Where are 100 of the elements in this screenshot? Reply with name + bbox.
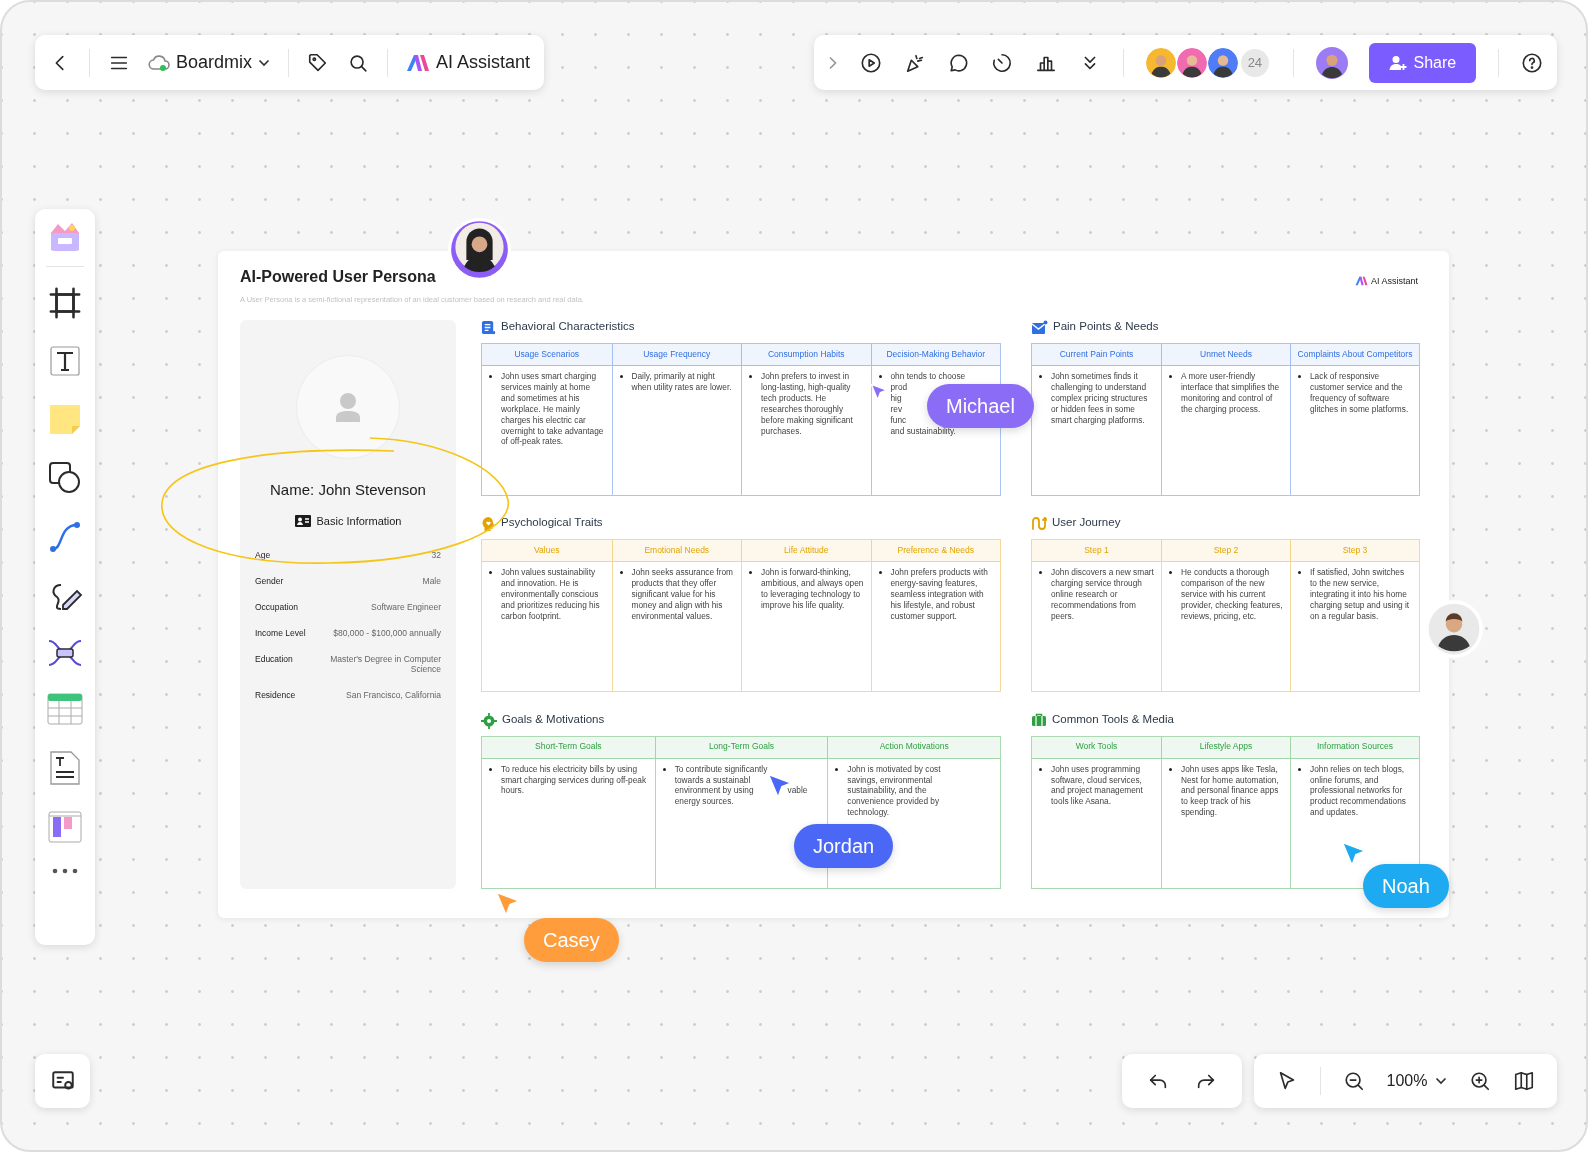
field-label: Residence [255,690,296,700]
section-title: User Journey [1052,516,1121,529]
map-icon[interactable] [1513,1070,1536,1092]
cell-text: towards a sustainabl [674,774,751,786]
column-header: Complaints About Competitors [1290,344,1419,366]
field-label: Occupation [255,602,298,612]
section-title: Common Tools & Media [1052,712,1174,725]
table-cell: John discovers a new smart charging service through online research or recommendations from peers. [1032,562,1161,692]
chat-bubble-icon[interactable] [947,51,970,74]
column-header: Values [482,540,612,563]
column-header: Decision-Making Behavior [870,344,1000,366]
table-cell: John values sustainability and innovation. He is environmentally conscious and prioritizes reducing his carbon footprint. [482,562,612,692]
cell-text: prod [890,381,908,393]
target-icon [481,712,497,729]
column-header: Lifestyle Apps [1161,736,1290,759]
play-icon[interactable] [859,51,882,74]
section-title: Basic Information [316,515,402,527]
table-cell: John seeks assurance from products that they offer significant value for his money and align with his environmental values. [611,562,741,692]
shapes-icon[interactable] [48,461,82,495]
column-header: Short-Term Goals [482,736,655,759]
mind-map-icon[interactable] [47,638,83,668]
column-header: Emotional Needs [611,540,741,563]
column-header: Usage Scenarios [482,344,612,366]
add-user-icon [1389,54,1408,71]
collaborator-name-tag: Jordan [794,824,894,868]
head-icon [481,516,496,533]
ai-logo-icon [1354,276,1368,286]
field-value: Master's Degree in Computer Science [329,654,441,674]
column-header: Long-Term Goals [654,736,828,759]
file-name-button[interactable]: Boardmix [148,52,271,73]
cell-text: hig [890,392,902,404]
field-label: Income Level [255,628,306,638]
ai-assistant-button[interactable]: AI Assistant [406,52,531,73]
connector-icon[interactable] [48,520,82,554]
board-title: AI-Powered User Persona [240,268,436,286]
table-cell: To reduce his electricity bills by using smart charging services during off-peak hours. [482,758,655,888]
zoom-out-icon[interactable] [1342,1070,1365,1092]
section-title: Behavioral Characteristics [501,320,635,332]
table-cell: Daily, primarily at night when utility rates are lower. [611,366,741,495]
table-cell: John uses smart charging services mainly at home and sometimes at his workplace. He mainly charges his electric car overnight to take advantage of off-peak rates. [482,366,612,495]
collaborator-name-tag: Noah [1363,864,1449,908]
column-header: Work Tools [1032,736,1161,759]
avatar[interactable] [1176,47,1207,78]
section-title: Pain Points & Needs [1053,320,1159,332]
cell-text: savings, environmental [847,774,933,786]
table-cell: Lack of responsive customer service and the frequency of software glitches in some platforms. [1290,366,1419,495]
cell-text: ohn tends to choose [890,371,966,382]
document-icon [481,320,496,335]
table-cell: John prefers products with energy-saving features, seamless integration with his lifestyle, and robust customer support. [870,562,1000,692]
help-icon[interactable] [1520,51,1543,74]
more-icon[interactable] [51,868,79,874]
field-value: Male [422,576,441,586]
table-cell: John sometimes finds it challenging to understand complex pricing structures or hidden fees in some smart charging platforms. [1032,366,1161,495]
column-header: Action Motivations [827,736,1000,759]
table-cell: If satisfied, John switches to the new service, integrating it into his home charging setup and using it on a regular basis. [1290,562,1419,692]
avatar[interactable] [1315,46,1348,79]
text-tool-icon[interactable] [49,345,81,377]
mail-icon [1031,320,1048,335]
section-title: Goals & Motivations [502,712,605,725]
chevron-down-icon [258,58,271,67]
cell-text: rev [890,403,903,415]
cell-text: convenience provided by [847,796,940,808]
table-cell: John prefers to invest in long-lasting, high-quality tech products. He researches thoroughly before making significant purchases. [741,366,871,495]
table-cell: John is forward-thinking, ambitious, and always open to leveraging technology to improve his life quality. [741,562,871,692]
chevron-right-icon[interactable] [828,55,838,70]
table-cell: He conducts a thorough comparison of the new service with his current provider, checking features, reviews, pricing, etc. [1161,562,1290,692]
cursor-arrow-icon [870,383,888,401]
field-label: Age [255,550,271,560]
section-title: Psychological Traits [501,516,603,529]
cell-text: John is motivated by cost [847,763,941,775]
table-cell: John uses programming software, cloud services, and project management tools like Asana. [1032,758,1161,888]
avatar[interactable] [1145,47,1176,78]
briefcase-icon [1031,712,1047,727]
table-cell: John uses apps like Tesla, Nest for home automation, and personal finance apps to keep track of his spending. [1161,758,1290,888]
zoom-level-dropdown[interactable]: 100% [1386,1072,1448,1090]
share-button[interactable]: Share [1369,42,1477,83]
column-header: Step 1 [1032,540,1161,563]
column-header: Information Sources [1290,736,1419,759]
zoom-in-icon[interactable] [1469,1070,1492,1092]
column-header: Current Pain Points [1032,344,1161,366]
cell-text: To contribute significantly [674,763,768,775]
cell-text: technology. [847,807,890,819]
field-value: 32 [431,550,441,560]
column-header: Life Attitude [741,540,871,563]
column-header: Unmet Needs [1161,344,1290,366]
frame-icon[interactable] [48,286,82,320]
cloud-icon [148,54,170,71]
cell-text: energy sources. [674,796,734,808]
column-header: Consumption Habits [741,344,871,366]
document-tool-icon[interactable] [49,750,81,786]
user-icon [336,392,360,422]
route-icon [1031,516,1047,532]
field-label: Gender [255,576,284,586]
chevron-down-icon [1435,1077,1448,1085]
cell-text: func [890,414,907,426]
ai-logo-icon [406,53,431,72]
timer-icon[interactable] [991,51,1014,74]
cell-text: environment by using [674,785,754,797]
layout-icon[interactable] [48,811,82,843]
avatar[interactable] [1207,47,1238,78]
